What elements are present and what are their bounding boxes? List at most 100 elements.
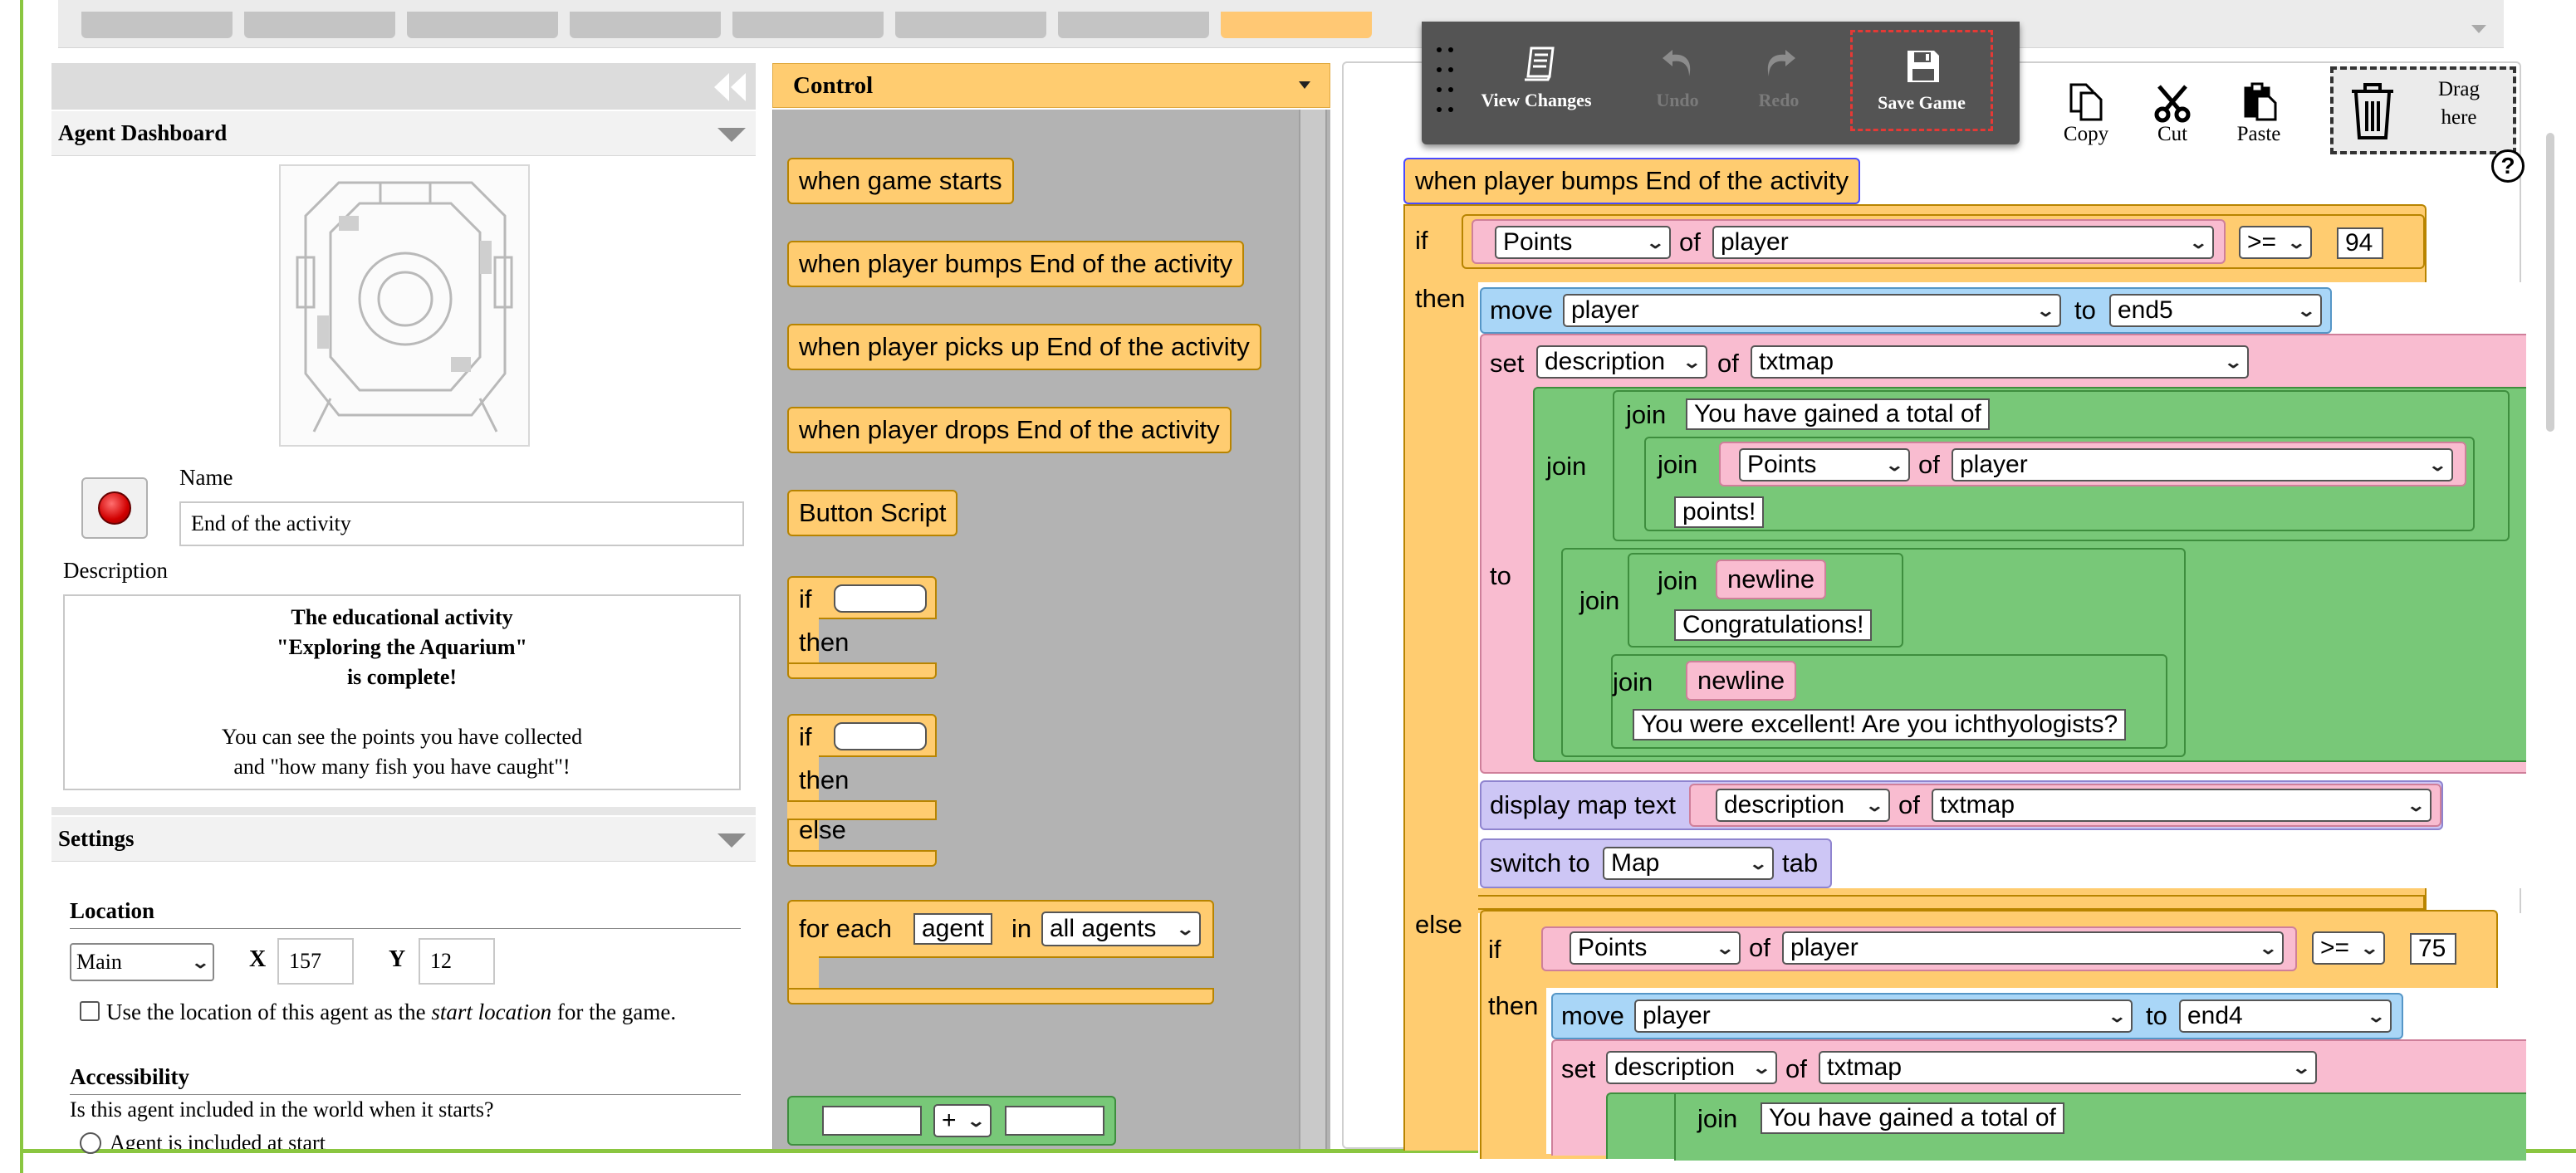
accessibility-radio[interactable] (80, 1132, 101, 1154)
chevron-down-icon: ⌄ (2427, 456, 2448, 475)
condition-1-player-select[interactable]: player ⌄ (1712, 226, 2214, 259)
x-field[interactable]: 157 (277, 938, 354, 985)
undo-button[interactable]: Undo (1634, 40, 1721, 123)
top-tab-5[interactable] (732, 12, 884, 38)
palette-block-button-script[interactable]: Button Script (787, 490, 958, 536)
condition-2-points-select[interactable]: Points ⌄ (1570, 931, 1741, 965)
palette-block-if-then-else[interactable]: if then else (787, 714, 937, 867)
join-a-player-select[interactable]: player ⌄ (1952, 448, 2453, 481)
palette-block-when-drops[interactable]: when player drops End of the activity (787, 407, 1232, 453)
record-icon (98, 491, 131, 525)
toolbar-drag-handle-icon[interactable] (1435, 45, 1455, 120)
palette-if-condition-slot[interactable] (834, 584, 927, 613)
location-select[interactable]: Main ⌄ (70, 943, 214, 981)
set-2-property-select[interactable]: description ⌄ (1606, 1051, 1777, 1084)
y-field[interactable]: 12 (419, 938, 495, 985)
palette-if-condition-slot[interactable] (834, 722, 927, 750)
condition-2-threshold[interactable]: 75 (2410, 933, 2456, 965)
palette-block-if-then[interactable]: if then (787, 576, 937, 679)
palette-scrollbar[interactable] (1299, 110, 1327, 1149)
save-game-button[interactable]: Save Game (1850, 30, 1993, 131)
block-label: when player bumps End of the activity (799, 249, 1233, 278)
chevron-down-icon: ⌄ (1645, 233, 1666, 252)
script-event-block[interactable]: when player bumps End of the activity (1403, 158, 1861, 204)
text-points[interactable]: points! (1674, 496, 1765, 528)
chevron-down-icon: ⌄ (966, 1112, 987, 1131)
set-1-property-select[interactable]: description ⌄ (1536, 345, 1707, 379)
redo-button[interactable]: Redo (1736, 40, 1822, 123)
palette-then-label: then (799, 628, 850, 657)
start-location-text-b: for the game. (551, 999, 677, 1024)
trash-drop-zone[interactable]: Drag here (2330, 66, 2516, 154)
set-2-agent-select[interactable]: txtmap ⌄ (1819, 1051, 2317, 1084)
txtmap-label: txtmap (1940, 791, 2015, 819)
palette-block-when-game-starts[interactable]: when game starts (787, 158, 1014, 204)
cut-button[interactable]: Cut (2136, 81, 2209, 151)
condition-1-threshold[interactable]: 94 (2337, 227, 2383, 259)
view-changes-button[interactable]: View Changes (1478, 40, 1594, 123)
top-tab-2[interactable] (244, 12, 395, 38)
redo-icon (1767, 50, 1795, 76)
top-tab-1[interactable] (81, 12, 233, 38)
top-tab-6[interactable] (895, 12, 1046, 38)
start-location-checkbox[interactable] (80, 1001, 100, 1021)
chevron-down-icon: ⌄ (2406, 796, 2427, 815)
agent-dashboard-header[interactable]: Agent Dashboard (51, 111, 756, 156)
top-tab-7[interactable] (1058, 12, 1209, 38)
agent-dashboard-chevron-icon[interactable] (717, 128, 746, 142)
palette-plus-right-slot[interactable] (1005, 1106, 1104, 1136)
palette-block-for-each[interactable]: for each agent in all agents ⌄ (787, 900, 1214, 1004)
settings-title: Settings (58, 826, 135, 851)
set-1-agent-select[interactable]: txtmap ⌄ (1751, 345, 2249, 379)
palette-all-agents-select[interactable]: all agents ⌄ (1041, 912, 1201, 946)
copy-button[interactable]: Copy (2050, 81, 2123, 151)
text-congrats[interactable]: Congratulations! (1674, 609, 1873, 641)
newline-block-2[interactable]: newline (1686, 661, 1797, 701)
top-bar-scroll-arrow[interactable] (2471, 25, 2486, 33)
display-txtmap-select[interactable]: txtmap ⌄ (1932, 789, 2432, 822)
settings-chevron-icon[interactable] (717, 833, 746, 848)
condition-2-player-select[interactable]: player ⌄ (1782, 931, 2284, 965)
agent-color-button[interactable] (81, 477, 148, 539)
condition-2-operator-select[interactable]: >= ⌄ (2312, 931, 2385, 965)
inner-if-label: if (1488, 935, 1501, 964)
palette-header[interactable]: Control (772, 63, 1330, 108)
join-label: join (1658, 566, 1698, 595)
start-location-text-a: Use the location of this agent as the (106, 999, 432, 1024)
copy-label: Copy (2063, 123, 2109, 145)
move-2-target-select[interactable]: end4 ⌄ (2179, 999, 2392, 1033)
description-label: description (1614, 1053, 1736, 1081)
text-gained-2[interactable]: You have gained a total of (1761, 1102, 2064, 1134)
newline-block-1[interactable]: newline (1716, 560, 1827, 599)
name-field[interactable]: End of the activity (179, 501, 744, 546)
palette-agent-variable[interactable]: agent (913, 913, 993, 945)
condition-1-operator-select[interactable]: >= ⌄ (2239, 226, 2312, 259)
text-gained-1[interactable]: You have gained a total of (1686, 398, 1990, 430)
palette-block-when-bumps[interactable]: when player bumps End of the activity (787, 241, 1245, 287)
redo-label: Redo (1758, 90, 1800, 110)
workspace-scrollbar[interactable] (2546, 133, 2554, 432)
collapse-icon[interactable] (713, 71, 749, 103)
move-1-player-select[interactable]: player ⌄ (1563, 294, 2061, 327)
top-tab-4[interactable] (570, 12, 721, 38)
condition-1-points-select[interactable]: Points ⌄ (1495, 226, 1671, 259)
description-box[interactable]: The educational activity "Exploring the … (63, 594, 741, 790)
txtmap-label: txtmap (1827, 1053, 1903, 1081)
top-tab-8-active[interactable] (1221, 12, 1372, 38)
chevron-down-icon: ⌄ (2366, 1007, 2387, 1026)
paste-button[interactable]: Paste (2222, 81, 2295, 151)
join-a-points-select[interactable]: Points ⌄ (1739, 448, 1910, 481)
help-icon[interactable]: ? (2491, 149, 2525, 183)
all-agents-label: all agents (1050, 915, 1157, 942)
display-description-select[interactable]: description ⌄ (1716, 789, 1890, 822)
text-excellent[interactable]: You were excellent! Are you ichthyologis… (1633, 709, 2127, 740)
switch-tab-select[interactable]: Map ⌄ (1603, 847, 1774, 880)
settings-header[interactable]: Settings (51, 817, 756, 862)
palette-plus-operator-select[interactable]: + ⌄ (933, 1104, 992, 1137)
move-1-target-select[interactable]: end5 ⌄ (2109, 294, 2322, 327)
move-2-player-select[interactable]: player ⌄ (1634, 999, 2133, 1033)
palette-block-when-picks-up[interactable]: when player picks up End of the activity (787, 324, 1261, 370)
palette-dropdown-arrow-icon[interactable] (1299, 81, 1310, 89)
top-tab-3[interactable] (407, 12, 558, 38)
palette-plus-left-slot[interactable] (822, 1106, 922, 1136)
